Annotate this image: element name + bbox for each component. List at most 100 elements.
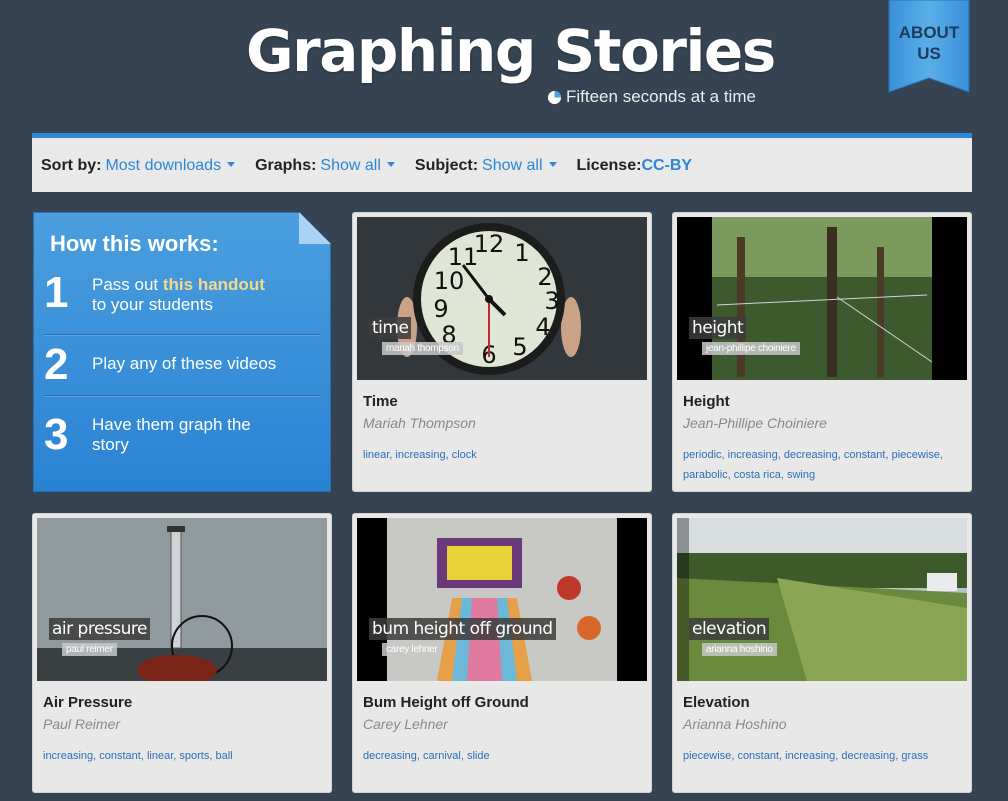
video-caption-title: height	[689, 317, 747, 339]
video-caption-title: elevation	[689, 618, 770, 640]
about-us-button[interactable]: ABOUT US	[888, 0, 970, 94]
divider	[44, 334, 320, 335]
hill-thumbnail-image	[677, 518, 967, 681]
video-author: Carey Lehner	[363, 716, 448, 732]
tag-link[interactable]: piecewise	[892, 449, 940, 461]
subtitle-text: Fifteen seconds at a time	[566, 87, 756, 106]
filter-bar: Sort by: Most downloads Graphs: Show all…	[32, 133, 972, 192]
sort-dropdown[interactable]: Most downloads	[105, 157, 221, 175]
tag-link[interactable]: decreasing	[363, 750, 417, 762]
graphs-dropdown[interactable]: Show all	[320, 157, 380, 175]
subject-dropdown[interactable]: Show all	[482, 157, 542, 175]
tag-link[interactable]: grass	[901, 750, 928, 762]
video-card[interactable]: bum height off ground carey lehner Bum H…	[352, 513, 652, 793]
step-2: 2 Play any of these videos	[44, 343, 320, 393]
subject-filter[interactable]: Subject: Show all	[415, 157, 557, 175]
license-link[interactable]: CC-BY	[641, 157, 692, 175]
chevron-down-icon	[227, 161, 236, 167]
subject-label: Subject:	[414, 157, 479, 174]
page-fold-icon	[299, 212, 331, 244]
graphs-label: Graphs:	[255, 157, 317, 174]
tag-link[interactable]: periodic	[683, 449, 722, 461]
tag-link[interactable]: slide	[467, 750, 490, 762]
video-author: Arianna Hoshino	[683, 716, 787, 732]
svg-text:5: 5	[512, 333, 527, 361]
svg-text:10: 10	[434, 267, 465, 295]
tag-link[interactable]: linear	[363, 449, 389, 461]
video-caption-title: bum height off ground	[369, 618, 556, 640]
video-thumbnail[interactable]: height jean-phillipe choiniere	[677, 217, 967, 380]
video-thumbnail[interactable]: air pressure paul reimer	[37, 518, 327, 681]
site-title[interactable]: Graphing Stories	[246, 16, 776, 86]
tag-link[interactable]: costa rica	[734, 469, 781, 481]
video-caption-author: mariah thompson	[382, 342, 463, 355]
video-title[interactable]: Height	[683, 393, 730, 410]
about-label-line2: US	[917, 44, 941, 63]
tag-link[interactable]: swing	[787, 469, 815, 481]
tag-link[interactable]: carnival	[423, 750, 461, 762]
tag-link[interactable]: increasing	[395, 449, 445, 461]
step-text: Have them graph the story	[92, 415, 251, 454]
step-text: Pass out this handout to your students	[92, 275, 265, 315]
site-header: Graphing Stories Fifteen seconds at a ti…	[0, 0, 1008, 133]
svg-text:12: 12	[474, 230, 505, 258]
video-caption-author: carey lehner	[382, 643, 442, 656]
forest-thumbnail-image	[677, 217, 967, 380]
step-number: 2	[44, 340, 69, 389]
video-title[interactable]: Time	[363, 393, 398, 410]
video-card[interactable]: elevation arianna hoshino Elevation Aria…	[672, 513, 972, 793]
clock-thumbnail-image: 12 1 2 3 4 5 6 8 9 10 11	[357, 217, 647, 380]
svg-text:4: 4	[535, 313, 550, 341]
step-3: 3 Have them graph the story	[44, 413, 320, 473]
tag-link[interactable]: constant	[844, 449, 886, 461]
tag-link[interactable]: clock	[452, 449, 477, 461]
howto-title: How this works:	[50, 231, 219, 256]
tag-link[interactable]: ball	[216, 750, 233, 762]
tag-link[interactable]: sports	[179, 750, 209, 762]
tag-link[interactable]: constant	[737, 750, 779, 762]
handout-link[interactable]: this handout	[163, 275, 265, 294]
how-this-works-panel: How this works: 1 Pass out this handout …	[33, 212, 331, 492]
tag-link[interactable]: constant	[99, 750, 141, 762]
tag-link[interactable]: linear	[147, 750, 173, 762]
step-text-before: Pass out	[92, 275, 163, 294]
video-thumbnail[interactable]: 12 1 2 3 4 5 6 8 9 10 11 time mariah tho…	[357, 217, 647, 380]
video-card[interactable]: height jean-phillipe choiniere Height Je…	[672, 212, 972, 492]
video-tags: linear, increasing, clock	[363, 449, 477, 461]
tag-link[interactable]: increasing	[785, 750, 835, 762]
license-filter: License: CC-BY	[577, 157, 693, 175]
video-author: Paul Reimer	[43, 716, 121, 732]
video-title[interactable]: Air Pressure	[43, 694, 132, 711]
step-number: 1	[44, 268, 69, 317]
chevron-down-icon	[548, 161, 557, 167]
divider	[44, 395, 320, 396]
video-tags: periodic, increasing, decreasing, consta…	[683, 449, 943, 481]
graphs-filter[interactable]: Graphs: Show all	[255, 157, 395, 175]
step-number: 3	[44, 410, 69, 459]
video-thumbnail[interactable]: elevation arianna hoshino	[677, 518, 967, 681]
tag-link[interactable]: decreasing	[841, 750, 895, 762]
tag-link[interactable]: increasing	[43, 750, 93, 762]
video-caption-author: paul reimer	[62, 643, 117, 656]
video-thumbnail[interactable]: bum height off ground carey lehner	[357, 518, 647, 681]
video-card[interactable]: air pressure paul reimer Air Pressure Pa…	[32, 513, 332, 793]
license-label: License:	[576, 157, 642, 174]
step-text-after: to your students	[92, 295, 213, 314]
video-tags: decreasing, carnival, slide	[363, 750, 490, 762]
sort-filter[interactable]: Sort by: Most downloads	[41, 157, 236, 175]
video-author: Mariah Thompson	[363, 415, 476, 431]
stopwatch-icon	[547, 90, 562, 104]
video-caption-author: arianna hoshino	[702, 643, 777, 656]
tag-link[interactable]: parabolic	[683, 469, 728, 481]
slide-thumbnail-image	[357, 518, 647, 681]
tag-link[interactable]: decreasing	[784, 449, 838, 461]
video-card[interactable]: 12 1 2 3 4 5 6 8 9 10 11 time mariah tho…	[352, 212, 652, 492]
video-caption-title: time	[369, 317, 412, 339]
step-1: 1 Pass out this handout to your students	[44, 271, 320, 331]
chevron-down-icon	[386, 161, 395, 167]
tag-link[interactable]: increasing	[728, 449, 778, 461]
video-author: Jean-Phillipe Choiniere	[683, 415, 827, 431]
video-title[interactable]: Bum Height off Ground	[363, 694, 529, 711]
tag-link[interactable]: piecewise	[683, 750, 731, 762]
video-title[interactable]: Elevation	[683, 694, 750, 711]
